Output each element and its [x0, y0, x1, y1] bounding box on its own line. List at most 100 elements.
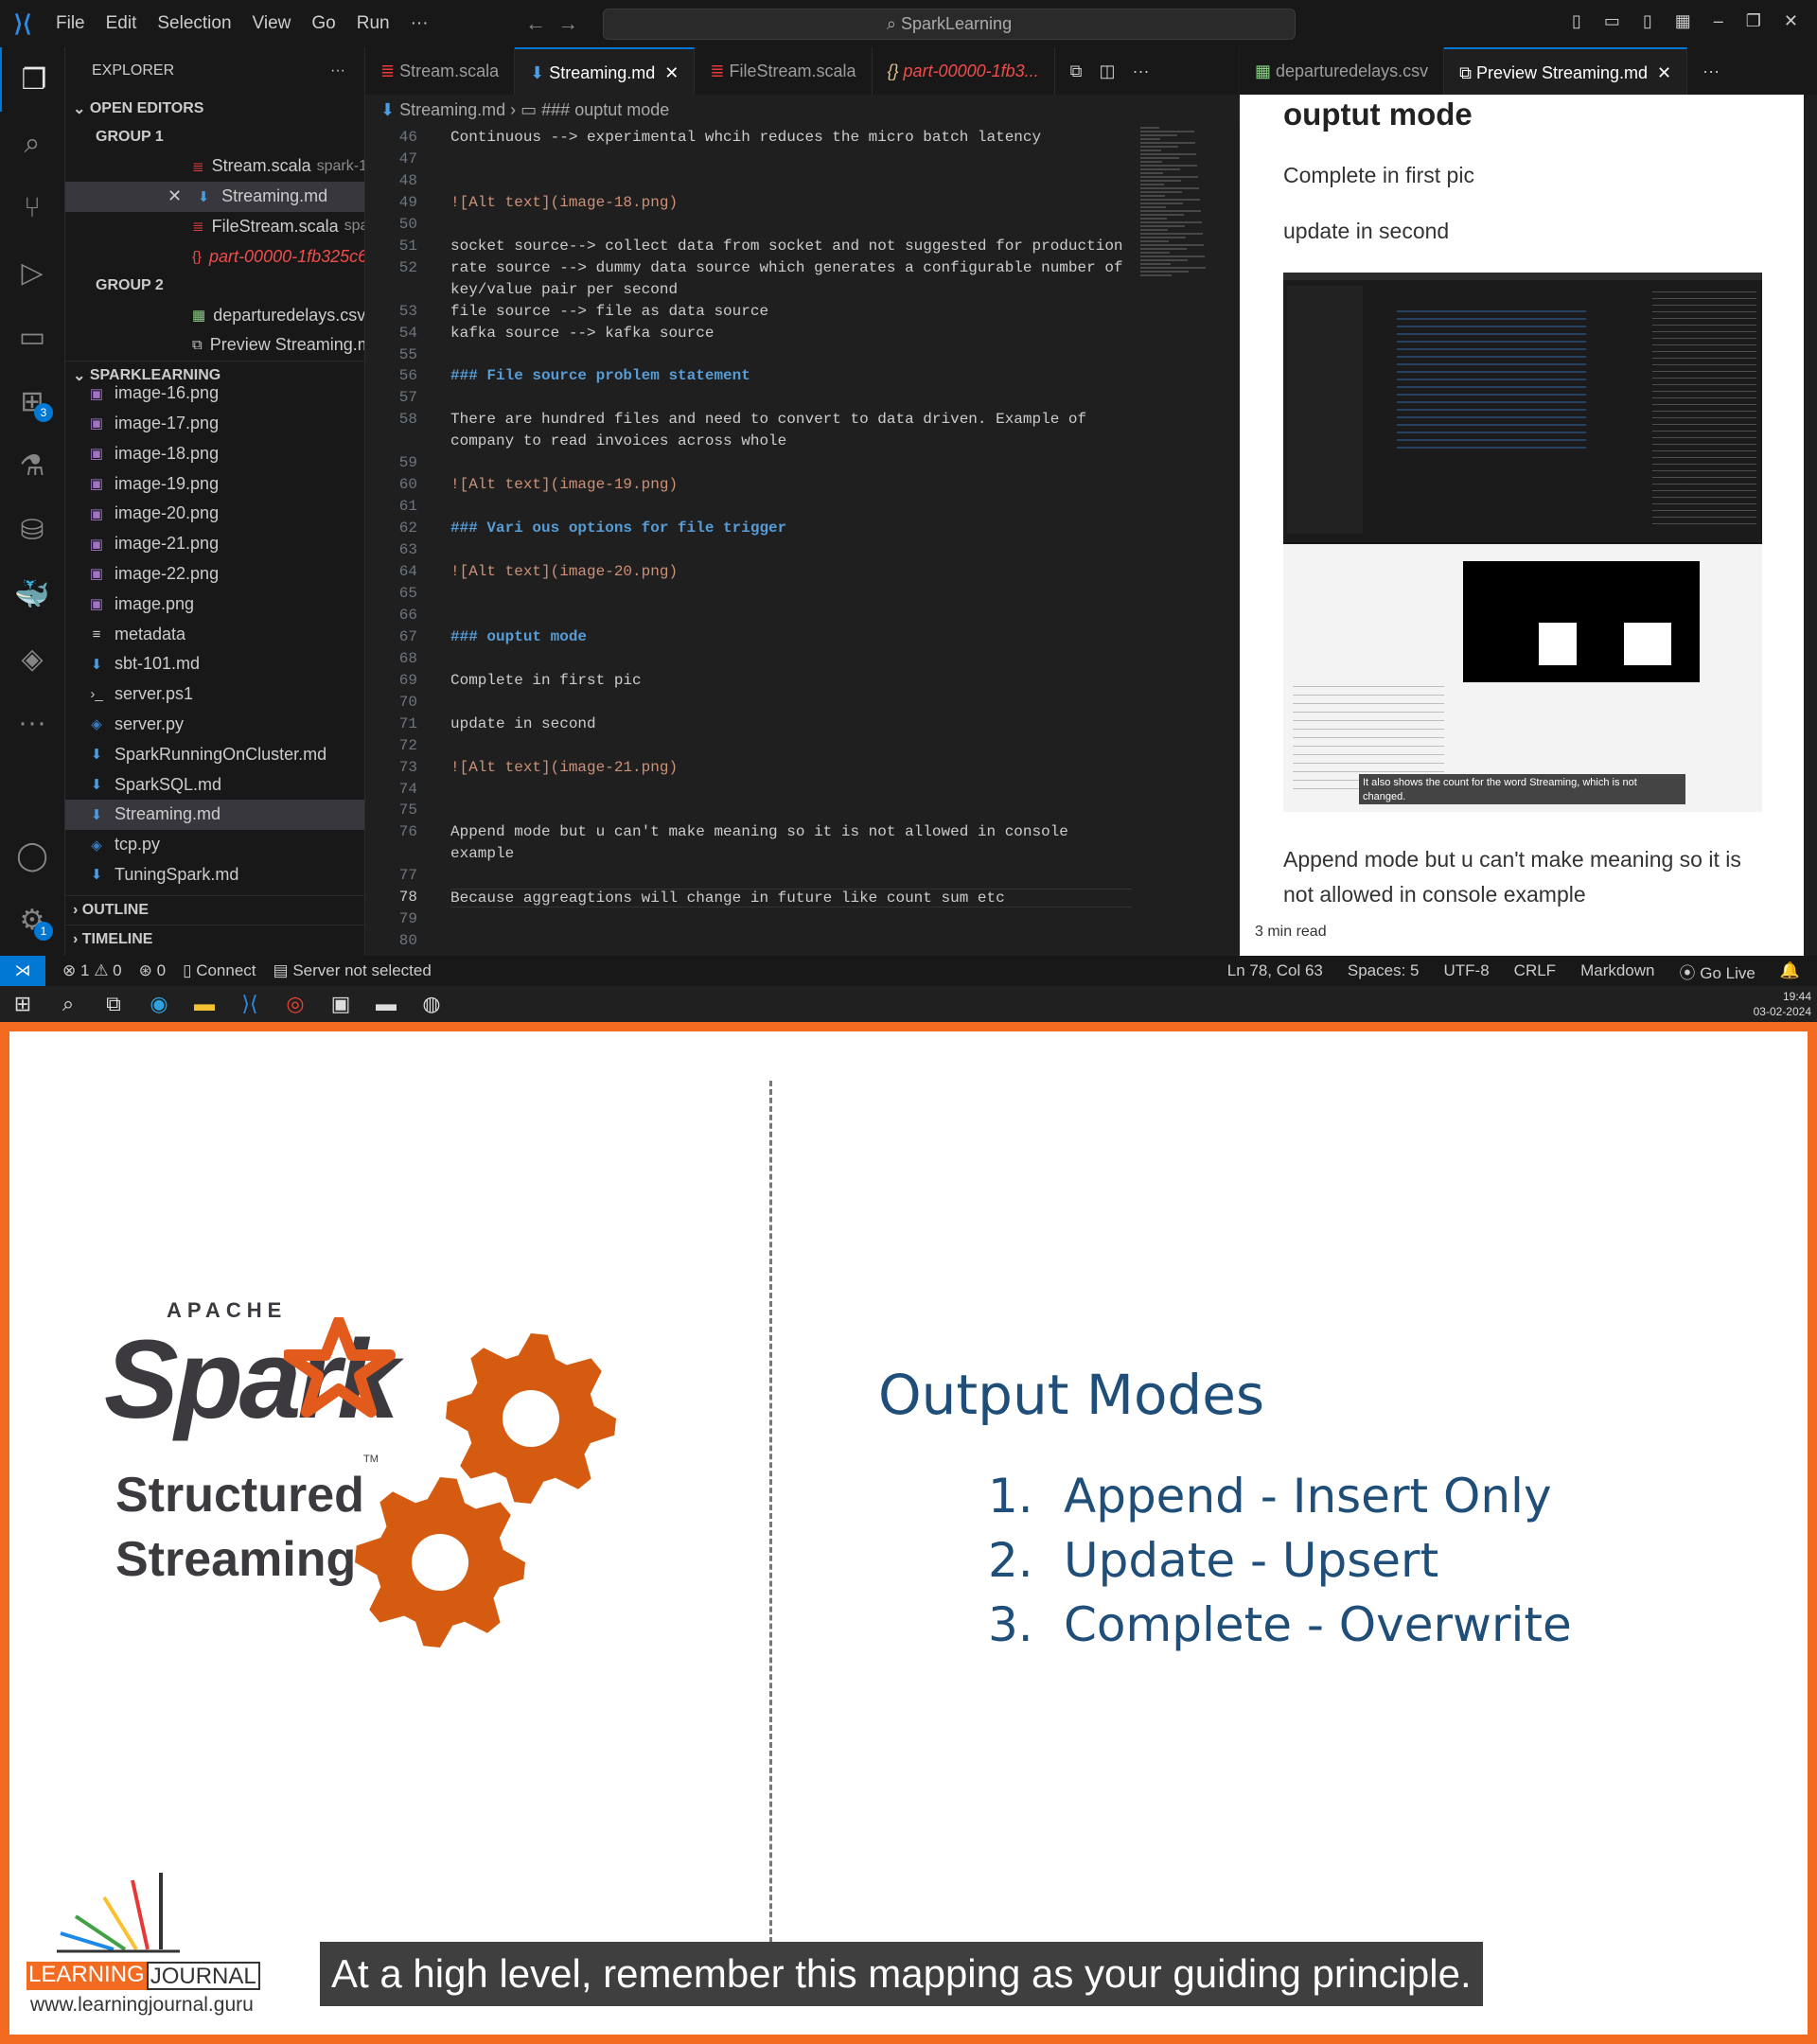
indentation[interactable]: Spaces: 5: [1348, 961, 1420, 980]
menu-more[interactable]: ···: [411, 13, 429, 33]
extensions-icon[interactable]: ⊞ 3: [0, 369, 64, 433]
breadcrumb-section[interactable]: ### ouptut mode: [541, 100, 669, 120]
code-line[interactable]: update in second: [450, 715, 596, 732]
close-window-icon[interactable]: ✕: [1784, 11, 1798, 31]
code-line[interactable]: key/value pair per second: [450, 281, 678, 298]
code-line[interactable]: ### Vari ous options for file trigger: [450, 520, 786, 537]
timeline-header[interactable]: › TIMELINE: [65, 924, 364, 954]
line-ending[interactable]: CRLF: [1514, 961, 1556, 980]
close-editor-icon[interactable]: ✕: [168, 186, 182, 206]
code-line[interactable]: Continuous --> experimental whcih reduce…: [450, 129, 1041, 146]
explorer-more-button[interactable]: ···: [330, 62, 345, 79]
minimap[interactable]: [1140, 125, 1216, 314]
server-indicator[interactable]: ▤ Server not selected: [273, 961, 432, 980]
file-explorer-icon[interactable]: ▬: [182, 986, 227, 1022]
menu-selection[interactable]: Selection: [157, 13, 231, 33]
terminal-icon[interactable]: ▬: [363, 986, 409, 1022]
file-list-item[interactable]: ≣ Stream.scala spark-101\sr...: [65, 151, 364, 182]
code-editor[interactable]: 46 Continuous --> experimental whcih redu…: [365, 125, 1239, 956]
code-line[interactable]: ![Alt text](image-20.png): [450, 563, 678, 580]
code-line[interactable]: Complete in first pic: [450, 672, 642, 689]
file-list-item[interactable]: ◈ server.py: [65, 710, 364, 740]
code-line[interactable]: Append mode but u can't make meaning so …: [450, 823, 1068, 840]
code-line[interactable]: file source --> file as data source: [450, 303, 768, 320]
code-line[interactable]: ### File source problem statement: [450, 367, 750, 384]
file-list-item[interactable]: ⬇ Streaming.md: [65, 799, 364, 830]
open-preview-icon[interactable]: ⧉: [1070, 62, 1083, 81]
taskbar-search-icon[interactable]: ⌕: [45, 986, 91, 1022]
encoding[interactable]: UTF-8: [1444, 961, 1490, 980]
explorer-icon[interactable]: ❐: [0, 47, 66, 112]
tab-departuredelays-csv[interactable]: ▦ departuredelays.csv: [1240, 47, 1445, 95]
more-actions-icon[interactable]: ···: [1687, 47, 1735, 95]
file-list-item[interactable]: ⬇ TuningSpark.md: [65, 860, 364, 890]
code-line[interactable]: company to read invoices across whole: [450, 432, 786, 449]
more-actions-icon[interactable]: ···: [1133, 62, 1150, 81]
code-line[interactable]: There are hundred files and need to conv…: [450, 411, 1086, 428]
menu-view[interactable]: View: [253, 13, 291, 33]
docker-icon[interactable]: 🐳: [0, 562, 64, 626]
file-list-item[interactable]: ▣ image.png: [65, 589, 364, 619]
close-tab-icon[interactable]: ✕: [655, 63, 679, 83]
file-list-item[interactable]: ⬇ sbt-101.md: [65, 649, 364, 679]
remote-indicator-icon[interactable]: ⋊: [0, 956, 45, 986]
task-view-icon[interactable]: ⧉: [91, 986, 136, 1022]
layout-icon[interactable]: ▦: [1675, 11, 1691, 31]
split-editor-icon[interactable]: ◫: [1100, 62, 1116, 81]
open-editors-header[interactable]: ⌄ OPEN EDITORS: [65, 95, 364, 123]
outline-header[interactable]: › OUTLINE: [65, 894, 364, 925]
file-list-item[interactable]: ▣ image-18.png: [65, 438, 364, 468]
language-mode[interactable]: Markdown: [1580, 961, 1654, 980]
file-list-item[interactable]: ⬇ SparkRunningOnCluster.md: [65, 739, 364, 769]
chrome-icon[interactable]: ◎: [273, 986, 318, 1022]
more-views-icon[interactable]: ···: [0, 691, 64, 755]
file-list-item[interactable]: ▣ image-21.png: [65, 529, 364, 559]
code-line[interactable]: ![Alt text](image-18.png): [450, 194, 678, 211]
app-icon[interactable]: ▣: [318, 986, 363, 1022]
tab-part-json[interactable]: {} part-00000-1fb3...: [873, 47, 1055, 95]
accounts-icon[interactable]: ◯: [0, 823, 64, 888]
tab-preview-streaming[interactable]: ⧉ Preview Streaming.md ✕: [1444, 47, 1688, 97]
search-view-icon[interactable]: ⌕: [0, 112, 64, 176]
toggle-panel-icon[interactable]: ▭: [1604, 11, 1620, 31]
tab-stream-scala[interactable]: ≣ Stream.scala: [365, 47, 516, 95]
menu-file[interactable]: File: [56, 13, 85, 33]
vscode-taskbar-icon[interactable]: ⟩⟨: [227, 986, 273, 1022]
code-line[interactable]: example: [450, 845, 514, 862]
file-list-item[interactable]: ◈ tcp.py: [65, 830, 364, 860]
file-list-item[interactable]: ≣ FileStream.scala spark-10...: [65, 212, 364, 242]
python-icon[interactable]: ◈: [0, 626, 64, 691]
connect-button[interactable]: ▯ Connect: [183, 961, 256, 980]
menu-go[interactable]: Go: [311, 13, 335, 33]
tab-filestream-scala[interactable]: ≣ FileStream.scala: [695, 47, 873, 95]
code-line[interactable]: ![Alt text](image-19.png): [450, 476, 678, 493]
notifications-bell-icon[interactable]: 🔔: [1780, 961, 1800, 980]
testing-icon[interactable]: ⚗: [0, 433, 64, 498]
code-line[interactable]: socket source--> collect data from socke…: [450, 238, 1123, 255]
code-line[interactable]: Because aggreagtions will change in futu…: [450, 889, 1132, 908]
forward-arrow-icon[interactable]: →: [557, 11, 578, 35]
code-line[interactable]: kafka source --> kafka source: [450, 325, 714, 342]
back-arrow-icon[interactable]: ←: [525, 11, 546, 35]
remote-explorer-icon[interactable]: ▭: [0, 305, 64, 369]
command-center-search[interactable]: ⌕ SparkLearning: [603, 9, 1296, 40]
breadcrumb-file[interactable]: Streaming.md: [399, 100, 505, 120]
file-list-item[interactable]: ▣ image-22.png: [65, 559, 364, 590]
file-list-item[interactable]: ▣ image-17.png: [65, 409, 364, 439]
file-list-item[interactable]: ≡ metadata: [65, 619, 364, 649]
run-debug-icon[interactable]: ▷: [0, 240, 64, 305]
settings-gear-icon[interactable]: ⚙ 1: [0, 888, 64, 952]
file-list-item[interactable]: ›_ server.ps1: [65, 679, 364, 710]
toggle-sidebar-icon[interactable]: ▯: [1572, 11, 1581, 31]
close-tab-icon[interactable]: ✕: [1648, 63, 1671, 83]
restore-icon[interactable]: ❐: [1746, 11, 1761, 31]
go-live-button[interactable]: ⦿ Go Live: [1680, 960, 1755, 983]
ports-indicator[interactable]: ⊛ 0: [139, 961, 166, 980]
windows-start-icon[interactable]: ⊞: [0, 986, 45, 1022]
cursor-position[interactable]: Ln 78, Col 63: [1227, 961, 1323, 980]
code-line[interactable]: ![Alt text](image-21.png): [450, 759, 678, 776]
minimize-icon[interactable]: –: [1714, 11, 1723, 31]
code-line[interactable]: ### ouptut mode: [450, 628, 587, 645]
menu-run[interactable]: Run: [357, 13, 390, 33]
edge-icon[interactable]: ◉: [136, 986, 182, 1022]
